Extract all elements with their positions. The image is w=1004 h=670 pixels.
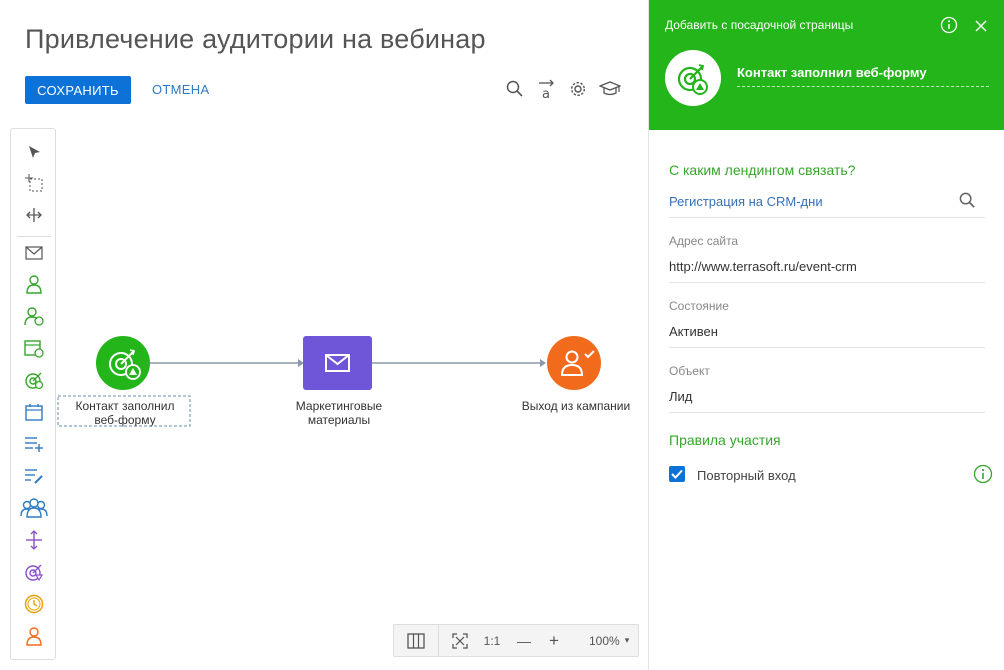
- connector-2-arrow: [540, 359, 546, 367]
- campaign-designer: Привлечение аудитории на вебинар СОХРАНИ…: [0, 0, 648, 670]
- site-address-field: http://www.terrasoft.ru/event-crm: [669, 259, 985, 283]
- search-icon[interactable]: [959, 192, 976, 214]
- properties-panel: Добавить с посадочной страницы Контакт з…: [648, 0, 1004, 670]
- close-icon[interactable]: [975, 19, 987, 37]
- state-field: Активен: [669, 324, 985, 348]
- object-field: Лид: [669, 389, 985, 413]
- landing-target-icon: [665, 50, 721, 106]
- node-marketing-materials-label: Маркетинговые материалы: [295, 399, 383, 427]
- element-name-underline: [737, 86, 989, 87]
- zoom-toolbar: 1:1 — + 100% ▾: [393, 624, 639, 657]
- fit-screen-icon[interactable]: [439, 632, 481, 649]
- reentry-checkbox[interactable]: [669, 466, 685, 482]
- landing-lookup-value[interactable]: Регистрация на CRM-дни: [669, 194, 823, 209]
- reentry-label: Повторный вход: [697, 468, 796, 483]
- zoom-out-button[interactable]: —: [503, 633, 545, 649]
- panel-header-title: Добавить с посадочной страницы: [665, 18, 854, 32]
- element-name[interactable]: Контакт заполнил веб-форму: [737, 65, 927, 80]
- node-campaign-exit-label: Выход из кампании: [521, 399, 631, 413]
- node-marketing-materials[interactable]: [303, 336, 372, 390]
- node-web-form-label: Контакт заполнил веб-форму: [75, 399, 175, 427]
- info-icon[interactable]: [973, 464, 993, 489]
- zoom-reset-button[interactable]: 1:1: [481, 634, 503, 648]
- chevron-down-icon[interactable]: ▾: [625, 635, 630, 646]
- zoom-in-button[interactable]: +: [545, 631, 563, 651]
- flow-svg: [57, 336, 601, 427]
- info-icon[interactable]: [940, 16, 958, 39]
- landing-lookup-field[interactable]: Регистрация на CRM-дни: [669, 194, 985, 218]
- panel-header: Добавить с посадочной страницы Контакт з…: [649, 0, 1004, 130]
- zoom-level-select[interactable]: 100%: [589, 634, 620, 648]
- state-label: Состояние: [669, 299, 729, 313]
- rules-section-title: Правила участия: [669, 432, 781, 448]
- object-label: Объект: [669, 364, 710, 378]
- exit-contact-icon[interactable]: [22, 624, 46, 648]
- site-address-label: Адрес сайта: [669, 234, 739, 248]
- node-web-form[interactable]: [96, 336, 150, 390]
- landing-section-title: С каким лендингом связать?: [669, 162, 856, 178]
- minimap-icon[interactable]: [394, 632, 438, 649]
- node-campaign-exit[interactable]: [547, 336, 601, 390]
